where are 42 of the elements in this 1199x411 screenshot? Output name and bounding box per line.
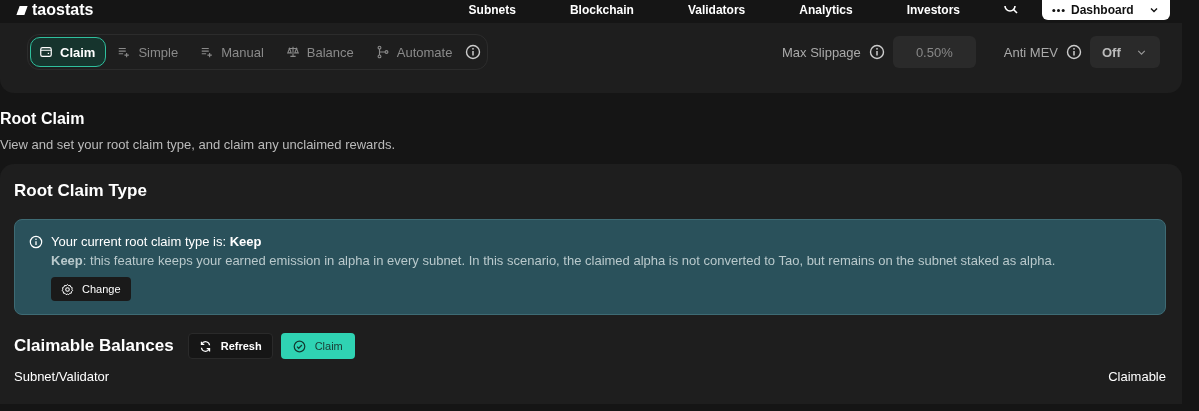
- page-subtitle: View and set your root claim type, and claim any unclaimed rewards.: [0, 136, 396, 154]
- mode-tab[interactable]: Manual: [191, 37, 275, 67]
- alert-title: Your current root claim type is: Keep: [51, 233, 263, 251]
- wallet-icon: [39, 45, 53, 59]
- max-slippage-field[interactable]: 0.50%: [892, 36, 976, 68]
- nav-link[interactable]: Blockchain: [569, 2, 634, 18]
- logo-text[interactable]: taostats: [32, 1, 94, 19]
- max-slippage-label: Max Slippage: [782, 44, 861, 60]
- list-plus-icon: [117, 45, 132, 59]
- mode-tab[interactable]: Balance: [276, 37, 365, 67]
- nav-link[interactable]: Subnets: [468, 2, 516, 18]
- info-icon: [465, 44, 482, 60]
- refresh-button[interactable]: Refresh: [187, 333, 273, 359]
- section-title: Root Claim Type: [14, 180, 148, 202]
- page-title: Root Claim: [0, 109, 86, 129]
- info-icon: [868, 44, 885, 60]
- info-icon: [29, 235, 43, 249]
- column-header: Claimable: [1108, 369, 1166, 385]
- branch-icon: [375, 45, 390, 59]
- mode-tab[interactable]: Claim: [30, 37, 107, 67]
- anti-mev-label: Anti MEV: [1003, 44, 1058, 60]
- list-plus-icon: [200, 45, 215, 59]
- logo-icon: [16, 5, 28, 15]
- search-icon[interactable]: [1004, 6, 1018, 14]
- mode-tab[interactable]: Automate: [366, 37, 464, 67]
- nav-link[interactable]: Analytics: [799, 2, 853, 18]
- scale-icon: [285, 45, 300, 59]
- gear-icon: [61, 282, 74, 296]
- column-header: Subnet/Validator: [14, 369, 110, 385]
- dots-icon: [1052, 8, 1065, 12]
- nav-link[interactable]: Validators: [687, 2, 746, 18]
- check-circle-icon: [292, 339, 306, 353]
- alert-text: Keep: this feature keeps your earned emission in alpha in every subnet. In this scenario, the claimed alpha is not converted to Tao, but remains on the subnet staked as alpha.: [51, 252, 1056, 270]
- section-title: Claimable Balances: [14, 335, 174, 357]
- mode-tab[interactable]: Simple: [108, 37, 190, 67]
- refresh-icon: [198, 339, 212, 353]
- anti-mev-dropdown[interactable]: Off: [1090, 36, 1160, 68]
- change-button[interactable]: Change: [51, 277, 131, 301]
- dashboard-button[interactable]: Dashboard: [1042, 0, 1170, 20]
- info-icon: [1066, 44, 1082, 60]
- claim-button[interactable]: Claim: [280, 333, 355, 359]
- nav-link[interactable]: Investors: [906, 2, 960, 18]
